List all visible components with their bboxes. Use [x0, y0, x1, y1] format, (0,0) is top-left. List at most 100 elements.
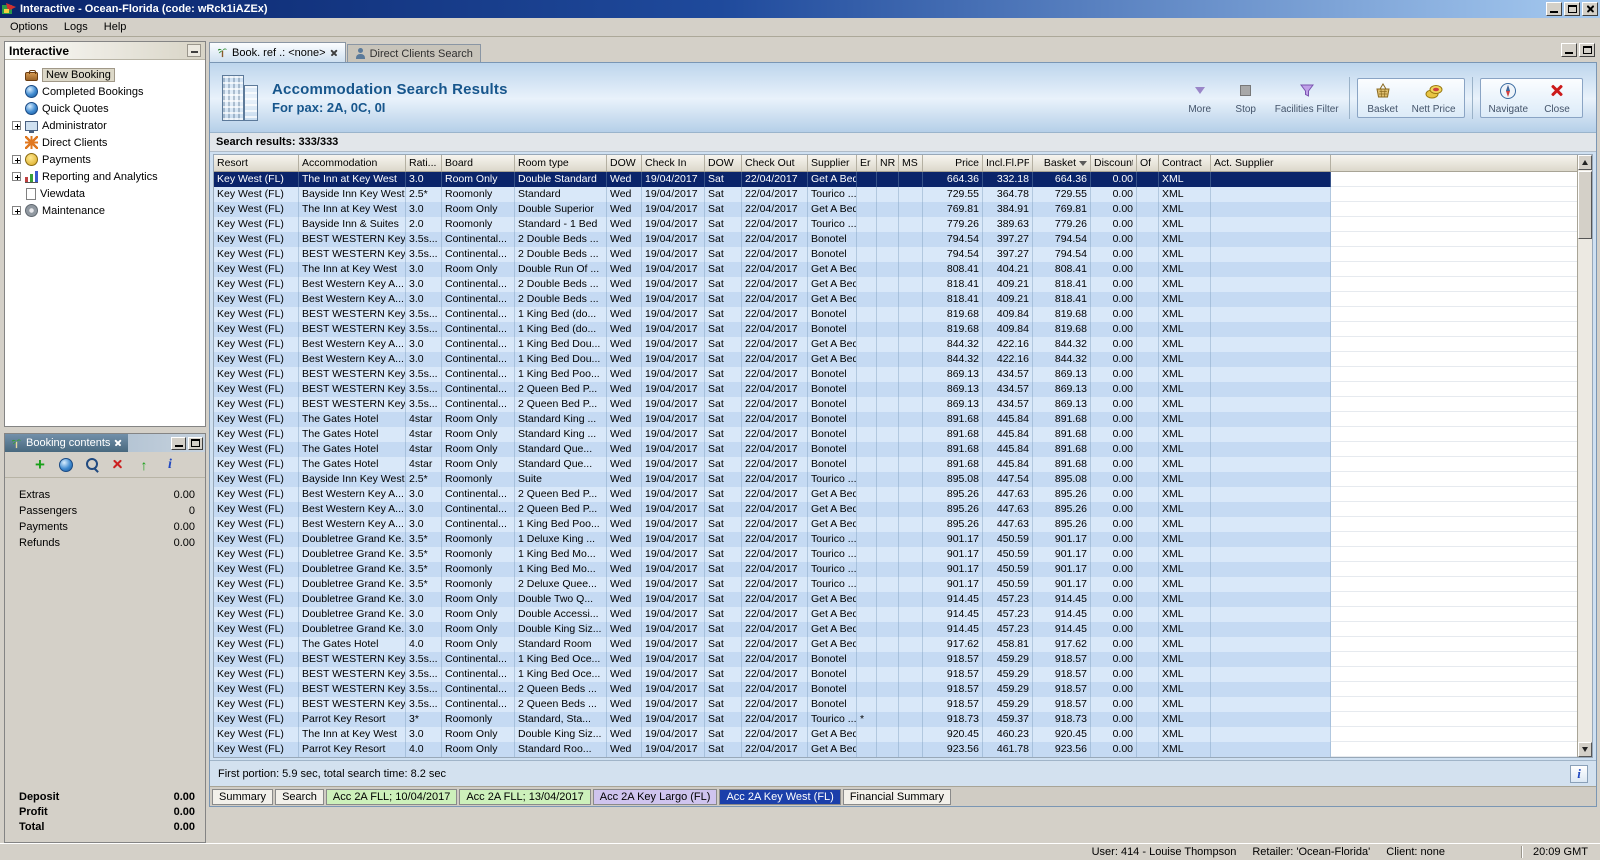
tab-summary[interactable]: Summary [212, 788, 274, 805]
table-row[interactable]: Key West (FL) Best Western Key A... 3.0 Con… [214, 292, 1577, 307]
column-header[interactable]: Price [923, 155, 983, 171]
table-row[interactable]: Key West (FL) The Gates Hotel 4star Room On… [214, 442, 1577, 457]
navigate-button[interactable]: Navigate [1483, 81, 1534, 115]
table-row[interactable]: Key West (FL) BEST WESTERN Key ... 3.5s...… [214, 367, 1577, 382]
collapse-panel-button[interactable] [187, 44, 201, 57]
column-header[interactable]: Room type [515, 155, 607, 171]
tab-booking-ref[interactable]: Book. ref .: <none> [209, 42, 346, 62]
sidebar-item-administrator[interactable]: Administrator [7, 117, 203, 134]
table-row[interactable]: Key West (FL) Doubletree Grand Ke... 3.5* R… [214, 562, 1577, 577]
table-row[interactable]: Key West (FL) Parrot Key Resort 4.0 Room On… [214, 742, 1577, 757]
panel-minimize-button[interactable] [171, 436, 186, 450]
table-row[interactable]: Key West (FL) Best Western Key A... 3.0 Con… [214, 337, 1577, 352]
scroll-down-button[interactable] [1578, 742, 1592, 757]
table-row[interactable]: Key West (FL) Best Western Key A... 3.0 Con… [214, 517, 1577, 532]
table-row[interactable]: Key West (FL) BEST WESTERN Key ... 3.5s...… [214, 397, 1577, 412]
maximize-button[interactable] [1564, 2, 1580, 16]
tab-acc-fll-13-04[interactable]: Acc 2A FLL; 13/04/2017 [459, 788, 591, 805]
close-button[interactable] [1582, 2, 1598, 16]
expand-icon[interactable] [12, 155, 21, 164]
sidebar-item-quick-quotes[interactable]: Quick Quotes [7, 100, 203, 117]
scrollbar-thumb[interactable] [1578, 171, 1592, 239]
column-header[interactable]: Board [442, 155, 515, 171]
search-button[interactable] [84, 457, 100, 473]
stop-button[interactable]: Stop [1223, 81, 1269, 115]
close-panel-icon[interactable] [114, 439, 122, 447]
tab-financial-summary[interactable]: Financial Summary [842, 788, 951, 805]
table-row[interactable]: Key West (FL) BEST WESTERN Key ... 3.5s...… [214, 682, 1577, 697]
table-row[interactable]: Key West (FL) The Gates Hotel 4star Room On… [214, 457, 1577, 472]
table-row[interactable]: Key West (FL) BEST WESTERN Key ... 3.5s...… [214, 667, 1577, 682]
table-row[interactable]: Key West (FL) BEST WESTERN Key ... 3.5s...… [214, 382, 1577, 397]
table-row[interactable]: Key West (FL) Bayside Inn & Suites 2.0 Room… [214, 217, 1577, 232]
sidebar-item-maintenance[interactable]: Maintenance [7, 202, 203, 219]
more-button[interactable]: More [1177, 81, 1223, 115]
column-header[interactable]: Rati... [406, 155, 442, 171]
menu-help[interactable]: Help [96, 20, 135, 34]
mdi-minimize-button[interactable] [1561, 43, 1577, 57]
column-header[interactable]: Act. Supplier [1211, 155, 1331, 171]
expand-icon[interactable] [12, 172, 21, 181]
close-results-button[interactable]: Close [1534, 81, 1580, 115]
column-header[interactable]: Accommodation [299, 155, 406, 171]
tab-search[interactable]: Search [275, 788, 324, 805]
menu-options[interactable]: Options [2, 20, 56, 34]
table-row[interactable]: Key West (FL) Doubletree Grand Ke... 3.5* R… [214, 547, 1577, 562]
column-header[interactable]: Incl.Fl.PP [983, 155, 1033, 171]
sidebar-item-new-booking[interactable]: New Booking [7, 66, 203, 83]
tab-acc-key-largo[interactable]: Acc 2A Key Largo (FL) [592, 788, 718, 805]
minimize-button[interactable] [1546, 2, 1562, 16]
tab-direct-clients-search[interactable]: Direct Clients Search [346, 44, 481, 62]
expand-icon[interactable] [12, 121, 21, 130]
table-row[interactable]: Key West (FL) Best Western Key A... 3.0 Con… [214, 502, 1577, 517]
column-header[interactable]: Check Out [742, 155, 808, 171]
table-row[interactable]: Key West (FL) Best Western Key A... 3.0 Con… [214, 352, 1577, 367]
menu-logs[interactable]: Logs [56, 20, 96, 34]
delete-button[interactable] [110, 457, 126, 473]
panel-maximize-button[interactable] [188, 436, 203, 450]
facilities-filter-button[interactable]: Facilities Filter [1269, 81, 1345, 115]
close-tab-icon[interactable] [330, 49, 338, 57]
table-row[interactable]: Key West (FL) Doubletree Grand Ke... 3.5* R… [214, 532, 1577, 547]
table-row[interactable]: Key West (FL) The Inn at Key West 3.0 Room … [214, 262, 1577, 277]
sidebar-item-completed-bookings[interactable]: Completed Bookings [7, 83, 203, 100]
table-row[interactable]: Key West (FL) Doubletree Grand Ke... 3.0 Ro… [214, 622, 1577, 637]
basket-button[interactable]: Basket [1360, 81, 1406, 115]
column-header[interactable]: Contract [1159, 155, 1211, 171]
table-row[interactable]: Key West (FL) Parrot Key Resort 3* Roomonly… [214, 712, 1577, 727]
table-row[interactable]: Key West (FL) BEST WESTERN Key ... 3.5s...… [214, 652, 1577, 667]
info-button[interactable] [162, 457, 178, 473]
nett-price-button[interactable]: Nett Price [1406, 81, 1462, 115]
column-header[interactable]: Basket [1033, 155, 1091, 171]
table-row[interactable]: Key West (FL) The Inn at Key West 3.0 Room … [214, 172, 1577, 187]
table-row[interactable]: Key West (FL) The Gates Hotel 4star Room On… [214, 412, 1577, 427]
table-row[interactable]: Key West (FL) BEST WESTERN Key ... 3.5s...… [214, 307, 1577, 322]
vertical-scrollbar[interactable] [1577, 155, 1592, 757]
sidebar-item-direct-clients[interactable]: Direct Clients [7, 134, 203, 151]
table-row[interactable]: Key West (FL) Doubletree Grand Ke... 3.0 Ro… [214, 607, 1577, 622]
table-row[interactable]: Key West (FL) Bayside Inn Key West 2.5* Roo… [214, 472, 1577, 487]
tab-acc-fll-10-04[interactable]: Acc 2A FLL; 10/04/2017 [325, 788, 458, 805]
column-header[interactable]: NR [877, 155, 899, 171]
table-row[interactable]: Key West (FL) BEST WESTERN Key ... 3.5s...… [214, 247, 1577, 262]
expand-icon[interactable] [12, 206, 21, 215]
table-row[interactable]: Key West (FL) BEST WESTERN Key ... 3.5s...… [214, 322, 1577, 337]
column-header[interactable]: DOW [705, 155, 742, 171]
scroll-up-button[interactable] [1578, 155, 1592, 170]
column-header[interactable]: Supplier [808, 155, 857, 171]
export-button[interactable] [136, 457, 152, 473]
column-header[interactable]: Er [857, 155, 877, 171]
column-header[interactable]: DOW [607, 155, 642, 171]
world-button[interactable] [58, 457, 74, 473]
column-header[interactable]: Discount [1091, 155, 1137, 171]
table-row[interactable]: Key West (FL) The Gates Hotel 4star Room On… [214, 427, 1577, 442]
tab-acc-key-west[interactable]: Acc 2A Key West (FL) [719, 788, 841, 805]
table-row[interactable]: Key West (FL) The Inn at Key West 3.0 Room … [214, 202, 1577, 217]
table-row[interactable]: Key West (FL) The Inn at Key West 3.0 Room … [214, 727, 1577, 742]
sidebar-item-reporting-and-analytics[interactable]: Reporting and Analytics [7, 168, 203, 185]
column-header[interactable]: MS [899, 155, 923, 171]
table-row[interactable]: Key West (FL) Doubletree Grand Ke... 3.5* R… [214, 577, 1577, 592]
mdi-restore-button[interactable] [1579, 43, 1595, 57]
table-row[interactable]: Key West (FL) Bayside Inn Key West 2.5* Roo… [214, 187, 1577, 202]
sidebar-item-viewdata[interactable]: Viewdata [7, 185, 203, 202]
